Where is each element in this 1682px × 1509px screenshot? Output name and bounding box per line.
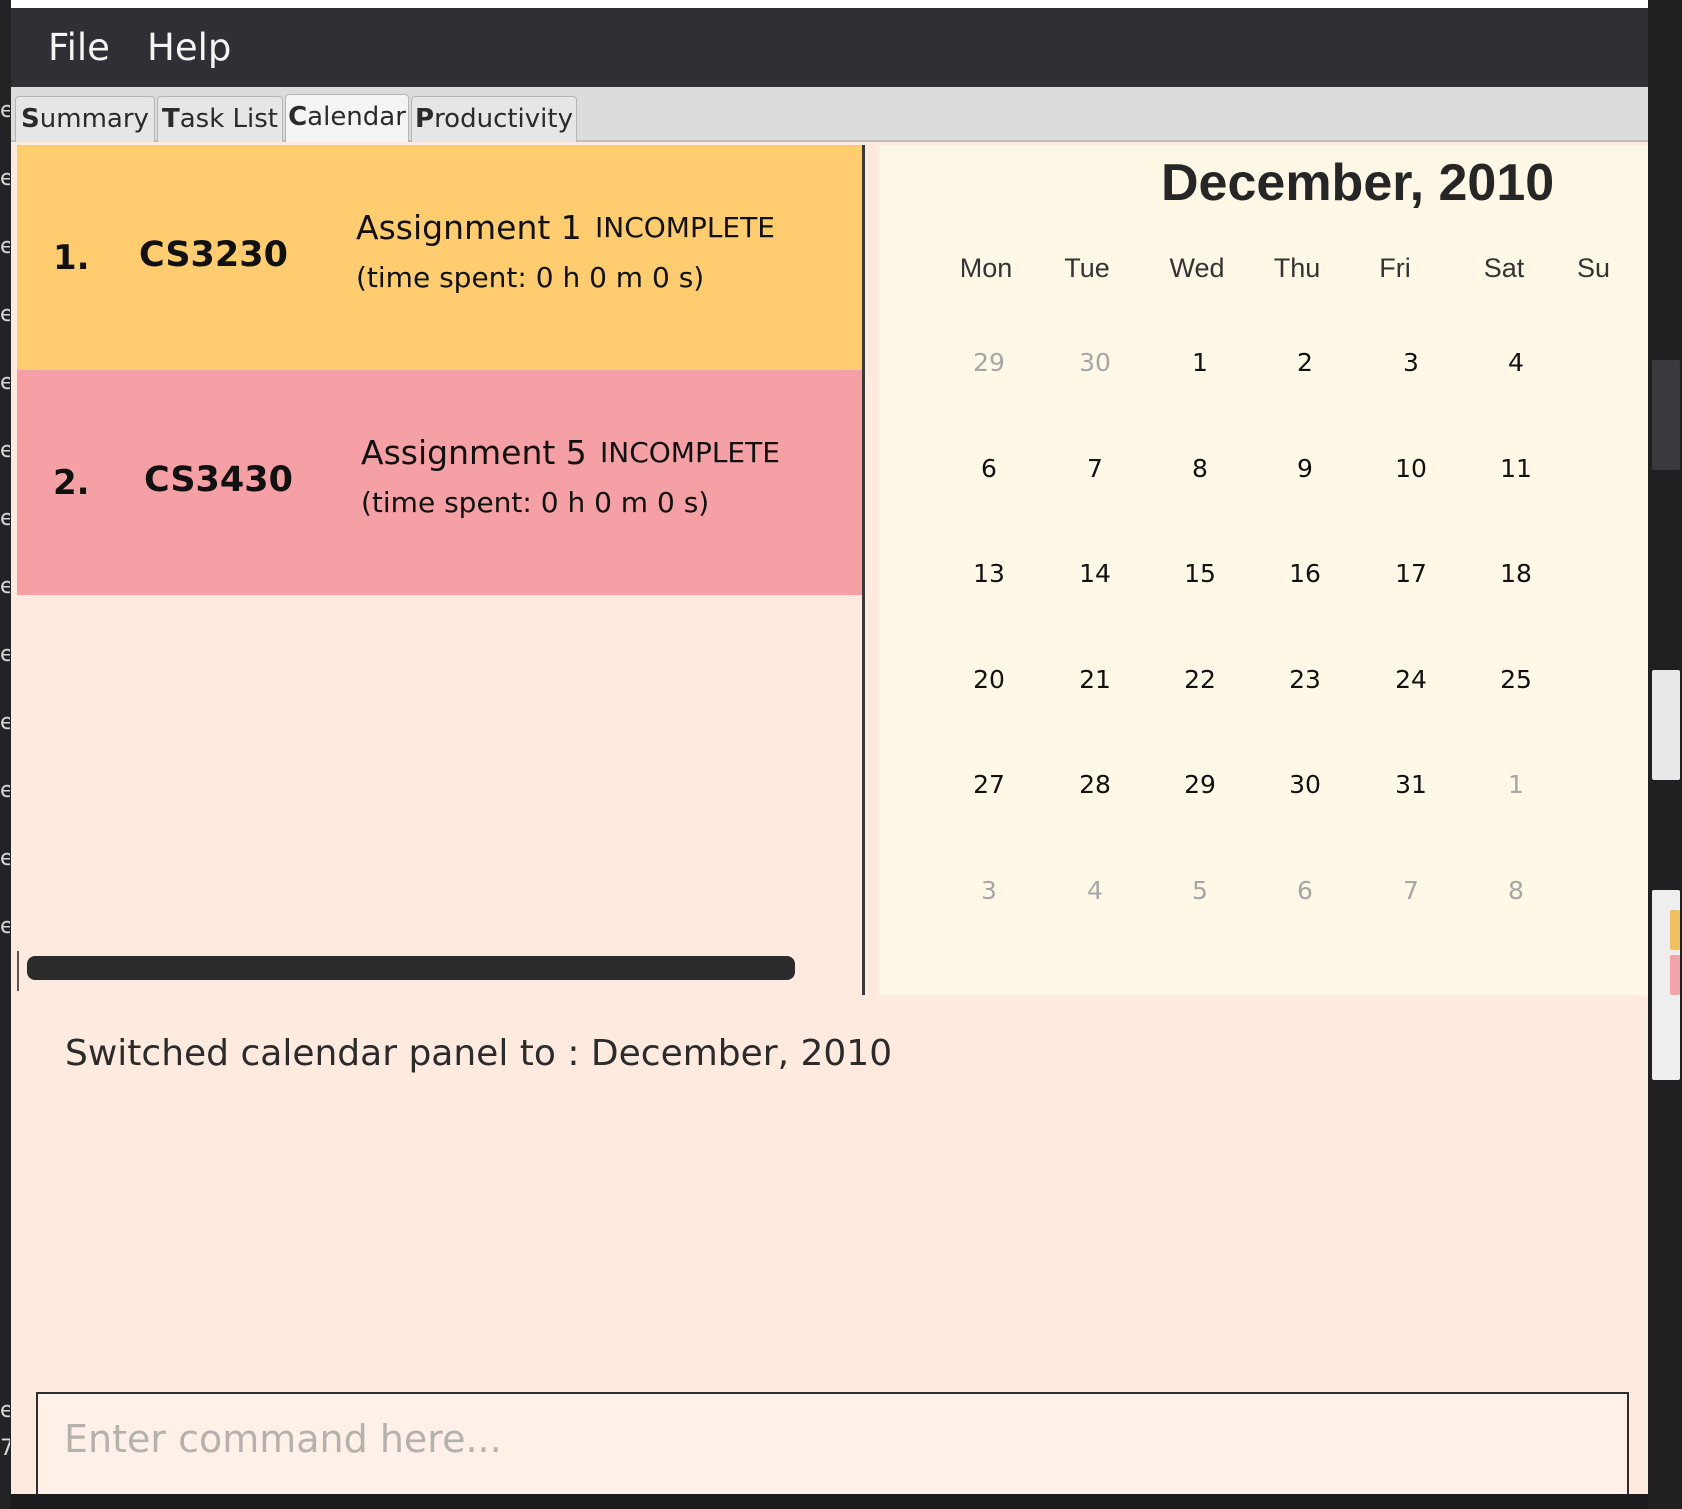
task-name: Assignment 1 bbox=[356, 208, 582, 247]
calendar-day[interactable]: 2 bbox=[1255, 348, 1355, 377]
calendar-day[interactable]: 18 bbox=[1466, 559, 1566, 588]
menu-bar: File Help bbox=[11, 8, 1648, 87]
tab-mnemonic: S bbox=[21, 104, 40, 134]
tab-mnemonic: T bbox=[162, 104, 180, 134]
calendar-day[interactable]: 30 bbox=[1255, 770, 1355, 799]
task-time-spent: (time spent: 0 h 0 m 0 s) bbox=[361, 486, 710, 519]
background-window-left: e e e e e e e e e e e e e e 7 bbox=[0, 0, 11, 1509]
calendar-day[interactable]: 28 bbox=[1045, 770, 1145, 799]
calendar-day[interactable]: 14 bbox=[1045, 559, 1145, 588]
calendar-day[interactable]: 8 bbox=[1150, 454, 1250, 483]
calendar-day[interactable]: 22 bbox=[1150, 665, 1250, 694]
tab-mnemonic: P bbox=[415, 104, 435, 134]
calendar-day-other-month[interactable]: 7 bbox=[1361, 876, 1461, 905]
calendar-day[interactable]: 3 bbox=[1361, 348, 1461, 377]
calendar-day[interactable]: 25 bbox=[1466, 665, 1566, 694]
weekday-header: Fri bbox=[1379, 253, 1411, 283]
calendar-day[interactable]: 27 bbox=[939, 770, 1039, 799]
tab-summary[interactable]: Summary bbox=[15, 96, 155, 142]
weekday-header: Mon bbox=[959, 253, 1013, 283]
calendar-day-other-month[interactable]: 29 bbox=[939, 348, 1039, 377]
calendar-day[interactable]: 23 bbox=[1255, 665, 1355, 694]
calendar-day[interactable]: 17 bbox=[1361, 559, 1461, 588]
calendar-day[interactable]: 4 bbox=[1466, 348, 1566, 377]
calendar-day[interactable]: 15 bbox=[1150, 559, 1250, 588]
tab-label: alendar bbox=[307, 102, 406, 132]
tab-task-list[interactable]: Task List bbox=[157, 96, 283, 142]
weekday-header: Wed bbox=[1169, 253, 1225, 283]
task-index: 1. bbox=[53, 238, 90, 278]
task-card[interactable]: 2. CS3430 Assignment 5 INCOMPLETE (time … bbox=[17, 370, 862, 595]
command-input[interactable] bbox=[64, 1404, 1604, 1474]
task-module-code: CS3230 bbox=[139, 235, 288, 275]
calendar-day-other-month[interactable]: 1 bbox=[1466, 770, 1566, 799]
task-status: INCOMPLETE bbox=[595, 211, 775, 244]
calendar-day[interactable]: 10 bbox=[1361, 454, 1461, 483]
calendar-day[interactable]: 11 bbox=[1466, 454, 1566, 483]
weekday-header: Su bbox=[1577, 253, 1611, 283]
scrollbar-track-edge bbox=[17, 951, 19, 991]
weekday-header: Tue bbox=[1064, 253, 1110, 283]
calendar-day-other-month[interactable]: 4 bbox=[1045, 876, 1145, 905]
task-card[interactable]: 1. CS3230 Assignment 1 INCOMPLETE (time … bbox=[17, 145, 862, 370]
task-list-panel: 1. CS3230 Assignment 1 INCOMPLETE (time … bbox=[17, 145, 865, 995]
calendar-day[interactable]: 1 bbox=[1150, 348, 1250, 377]
result-message: Switched calendar panel to : December, 2… bbox=[65, 1033, 893, 1074]
calendar-day[interactable]: 20 bbox=[939, 665, 1039, 694]
calendar-day[interactable]: 13 bbox=[939, 559, 1039, 588]
calendar-day[interactable]: 24 bbox=[1361, 665, 1461, 694]
calendar-day[interactable]: 21 bbox=[1045, 665, 1145, 694]
background-window-right bbox=[1648, 0, 1682, 1509]
calendar-day-other-month[interactable]: 30 bbox=[1045, 348, 1145, 377]
command-box bbox=[36, 1392, 1629, 1494]
menu-help[interactable]: Help bbox=[147, 26, 231, 70]
tab-label: roductivity bbox=[434, 104, 573, 134]
calendar-day[interactable]: 9 bbox=[1255, 454, 1355, 483]
calendar-day[interactable]: 31 bbox=[1361, 770, 1461, 799]
task-time-spent: (time spent: 0 h 0 m 0 s) bbox=[356, 261, 705, 294]
tab-productivity[interactable]: Productivity bbox=[411, 96, 577, 142]
calendar-day[interactable]: 6 bbox=[939, 454, 1039, 483]
calendar-day-other-month[interactable]: 8 bbox=[1466, 876, 1566, 905]
calendar-day[interactable]: 7 bbox=[1045, 454, 1145, 483]
background-window-edge bbox=[0, 0, 1682, 8]
tab-calendar[interactable]: Calendar bbox=[285, 94, 409, 142]
tab-bar: Summary Task List Calendar Productivity bbox=[11, 87, 1648, 142]
menu-file[interactable]: File bbox=[48, 26, 110, 70]
horizontal-scrollbar[interactable] bbox=[27, 956, 795, 980]
result-display: Switched calendar panel to : December, 2… bbox=[11, 995, 1648, 1390]
task-module-code: CS3430 bbox=[144, 460, 293, 500]
calendar-day-other-month[interactable]: 6 bbox=[1255, 876, 1355, 905]
weekday-header: Thu bbox=[1273, 253, 1321, 283]
calendar-day[interactable]: 16 bbox=[1255, 559, 1355, 588]
task-name: Assignment 5 bbox=[361, 433, 587, 472]
calendar-day-other-month[interactable]: 5 bbox=[1150, 876, 1250, 905]
task-status: INCOMPLETE bbox=[600, 436, 780, 469]
task-index: 2. bbox=[53, 463, 90, 503]
calendar-day[interactable]: 29 bbox=[1150, 770, 1250, 799]
tab-label: ask List bbox=[179, 104, 278, 134]
tab-mnemonic: C bbox=[288, 102, 308, 132]
tab-label: ummary bbox=[39, 104, 149, 134]
calendar-panel: December, 2010 Mon Tue Wed Thu Fri Sat Su 29 30 1… bbox=[879, 145, 1648, 995]
calendar-month-title: December, 2010 bbox=[1161, 154, 1555, 212]
app-window: File Help Summary Task List Calendar Pro… bbox=[11, 8, 1648, 1494]
weekday-header: Sat bbox=[1483, 253, 1525, 283]
calendar-day-other-month[interactable]: 3 bbox=[939, 876, 1039, 905]
